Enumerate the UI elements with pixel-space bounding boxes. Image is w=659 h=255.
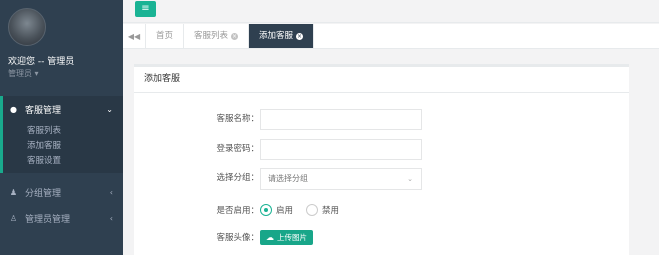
chevron-left-icon: ‹: [109, 213, 113, 223]
top-bar: ≡: [123, 0, 659, 23]
sidebar-item-admin-management[interactable]: ♙ 管理员管理 ‹: [0, 205, 123, 231]
menu-icon: ≡: [141, 3, 150, 14]
submenu-service: 客服列表 添加客服 客服设置: [0, 122, 123, 173]
sidebar-item-service-management[interactable]: ● 客服管理 ⌄: [0, 96, 123, 122]
tab-service-list[interactable]: 客服列表 ×: [184, 24, 250, 48]
disable-radio-label[interactable]: 禁用: [322, 204, 339, 216]
sidebar-item-label: 管理员管理: [25, 214, 71, 225]
password-input[interactable]: [260, 139, 422, 160]
sidebar-item-service-list[interactable]: 客服列表: [3, 124, 123, 139]
tab-bar: ◀◀ 首页 客服列表 × 添加客服 ×: [123, 24, 659, 49]
enable-radio[interactable]: [260, 204, 272, 216]
add-service-panel: 添加客服 客服名称： 登录密码： 选择分组： 请选择分组 ⌄ 是否启用： 启用 …: [134, 64, 629, 255]
close-icon[interactable]: ×: [296, 32, 304, 40]
chevron-down-icon: ⌄: [106, 104, 113, 114]
password-label: 登录密码：: [216, 144, 259, 154]
panel-title: 添加客服: [134, 67, 629, 93]
avatar-label: 客服头像：: [216, 233, 259, 243]
group-label: 选择分组：: [216, 173, 259, 183]
group-select-value: 请选择分组: [268, 174, 308, 183]
close-icon[interactable]: ×: [231, 32, 239, 40]
form-row-group: 选择分组： 请选择分组 ⌄: [134, 168, 629, 190]
group-select[interactable]: 请选择分组 ⌄: [260, 168, 422, 190]
sidebar-item-group-management[interactable]: ♟ 分组管理 ‹: [0, 179, 123, 205]
user-icon: ♙: [9, 213, 18, 223]
welcome-text: 欢迎您 -- 管理员: [8, 57, 75, 67]
role-dropdown[interactable]: 管理员 ▾: [8, 68, 115, 79]
disable-radio[interactable]: [306, 204, 319, 216]
enable-radio-label[interactable]: 启用: [276, 204, 293, 216]
sidebar-item-label: 分组管理: [25, 188, 62, 199]
profile: 欢迎您 -- 管理员 管理员 ▾: [0, 0, 123, 95]
avatar[interactable]: [8, 8, 46, 46]
service-name-input[interactable]: [260, 109, 422, 130]
tab-label: 添加客服: [259, 30, 294, 41]
chevron-left-icon: ‹: [109, 187, 113, 197]
tab-home[interactable]: 首页: [146, 24, 185, 48]
tab-scroll-left-button[interactable]: ◀◀: [123, 24, 146, 48]
tab-label: 首页: [156, 30, 174, 41]
sidebar-item-label: 客服管理: [25, 105, 62, 116]
enable-label: 是否启用：: [216, 206, 259, 216]
sidebar: 欢迎您 -- 管理员 管理员 ▾ ● 客服管理 ⌄ 客服列表 添加客服 客服设置…: [0, 0, 123, 255]
upload-image-button[interactable]: ☁ 上传图片: [260, 230, 313, 245]
enable-radio-group: 启用 禁用: [260, 204, 352, 216]
upload-button-label: 上传图片: [277, 233, 307, 242]
cloud-upload-icon: ☁: [266, 233, 274, 242]
headset-icon: ●: [10, 104, 17, 114]
menu-toggle-button[interactable]: ≡: [135, 1, 156, 17]
sidebar-item-service-settings[interactable]: 客服设置: [3, 154, 123, 169]
form-row-name: 客服名称：: [134, 109, 629, 131]
form-row-avatar: 客服头像： ☁ 上传图片: [134, 228, 629, 250]
sidebar-nav: ● 客服管理 ⌄ 客服列表 添加客服 客服设置 ♟ 分组管理 ‹ ♙ 管理员管理…: [0, 96, 123, 231]
form-row-enable: 是否启用： 启用 禁用: [134, 201, 629, 223]
users-icon: ♟: [9, 187, 18, 197]
sidebar-item-add-service[interactable]: 添加客服: [3, 139, 123, 154]
name-label: 客服名称：: [216, 114, 259, 124]
chevron-down-icon: ⌄: [407, 175, 413, 183]
tab-label: 客服列表: [194, 30, 229, 41]
form-row-password: 登录密码：: [134, 139, 629, 161]
tab-add-service[interactable]: 添加客服 ×: [249, 24, 315, 48]
double-chevron-left-icon: ◀◀: [127, 32, 141, 41]
